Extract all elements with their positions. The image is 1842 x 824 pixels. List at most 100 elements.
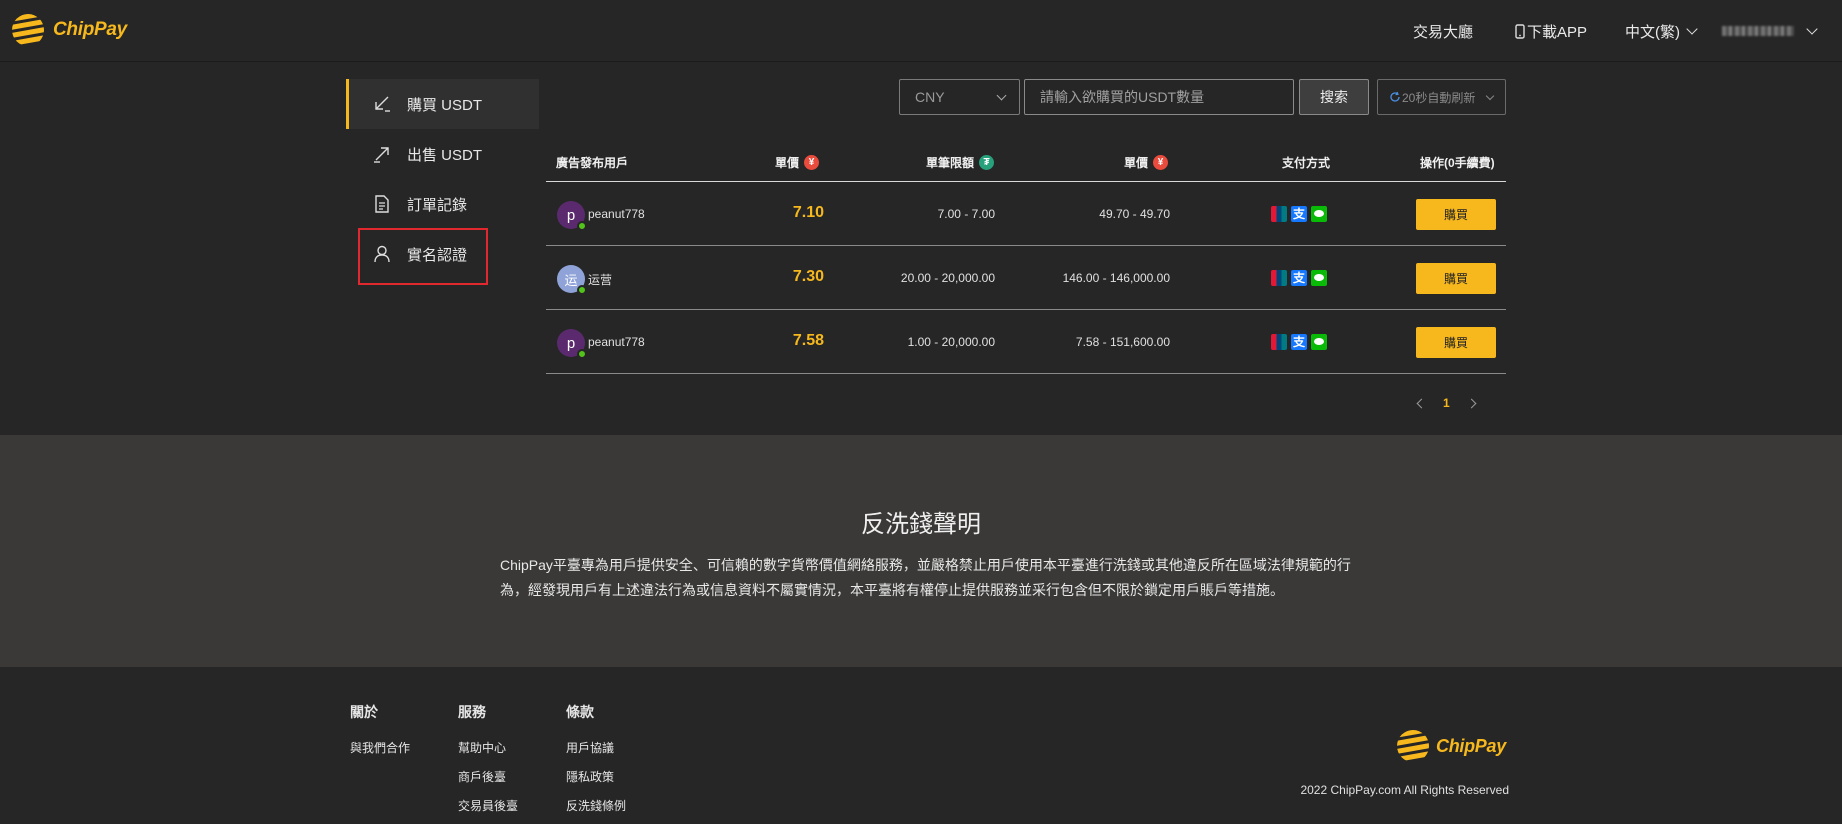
chevron-down-icon — [996, 90, 1007, 101]
language-label: 中文(繁) — [1625, 23, 1680, 41]
payment-methods: 支 — [1271, 206, 1327, 222]
header-payment: 支付方式 — [1282, 154, 1330, 171]
avatar-letter: p — [566, 206, 576, 224]
footer-column-about: 關於 與我們合作 — [350, 702, 410, 768]
currency-value: CNY — [915, 89, 945, 105]
footer-link-trader-backend[interactable]: 交易員後臺 — [458, 797, 518, 814]
header-user-label: 廣告發布用戶 — [556, 156, 629, 170]
wechat-pay-icon — [1311, 334, 1327, 350]
online-status-icon — [577, 349, 587, 359]
footer-logo: ChipPay — [1396, 727, 1506, 765]
buy-button[interactable]: 購買 — [1416, 199, 1496, 230]
cny-icon: ¥ — [1153, 155, 1169, 170]
footer-column-services: 服務 幫助中心 商戶後臺 交易員後臺 — [458, 702, 518, 824]
advertiser-name[interactable]: 运营 — [588, 271, 612, 288]
wechat-pay-icon — [1311, 270, 1327, 286]
usdt-icon: ₮ — [979, 155, 995, 170]
brand-logo[interactable]: ChipPay — [11, 11, 127, 49]
avatar: p — [557, 201, 587, 231]
table-row: p peanut778 7.10 7.00 - 7.00 49.70 - 49.… — [546, 182, 1506, 246]
order-limit: 7.00 - 7.00 — [937, 207, 995, 221]
header-action: 操作(0手續費) — [1420, 154, 1495, 171]
alipay-icon: 支 — [1291, 206, 1307, 222]
footer-link-privacy-policy[interactable]: 隱私政策 — [566, 768, 626, 785]
header-total-label: 單價 — [1124, 156, 1149, 170]
chevron-left-icon[interactable] — [1416, 398, 1427, 408]
order-limit: 1.00 - 20,000.00 — [907, 335, 995, 349]
table-header: 廣告發布用戶 單價 ¥ 單筆限額 ₮ 單價 ¥ 支付方式 操作(0手續費) — [546, 142, 1506, 182]
header-action-label: 操作(0手續費) — [1420, 156, 1495, 170]
footer-link-aml-regulations[interactable]: 反洗錢條例 — [566, 797, 626, 814]
avatar-letter: p — [566, 334, 576, 352]
cny-icon: ¥ — [804, 155, 820, 170]
footer-heading: 條款 — [566, 704, 594, 720]
usdt-quantity-input[interactable] — [1024, 79, 1294, 115]
nav-download-label: 下載APP — [1527, 23, 1588, 41]
payment-methods: 支 — [1271, 270, 1327, 286]
payment-methods: 支 — [1271, 334, 1327, 350]
footer-link-cooperate[interactable]: 與我們合作 — [350, 739, 410, 756]
header-limit-label: 單筆限額 — [926, 156, 975, 170]
avatar: p — [557, 329, 587, 359]
phone-icon — [1515, 23, 1525, 39]
header-total: 單價 ¥ — [1124, 154, 1169, 171]
chevron-down-icon — [1806, 23, 1818, 35]
user-menu[interactable] — [1722, 0, 1818, 62]
header-unit-price-label: 單價 — [775, 156, 800, 170]
chippay-logo-icon — [12, 14, 44, 46]
table-row: p peanut778 7.58 1.00 - 20,000.00 7.58 -… — [546, 310, 1506, 374]
refresh-icon — [1390, 91, 1400, 102]
unionpay-icon — [1271, 270, 1287, 286]
sidebar-item-label: 訂單記錄 — [407, 196, 468, 214]
refresh-label: 20秒自動刷新 — [1402, 90, 1476, 105]
pagination: 1 — [1416, 396, 1477, 410]
header-payment-label: 支付方式 — [1282, 156, 1331, 170]
search-button[interactable]: 搜索 — [1299, 79, 1369, 115]
sidebar-item-order-records[interactable]: 訂單記錄 — [346, 179, 539, 229]
unit-price: 7.58 — [792, 332, 824, 349]
currency-select[interactable]: CNY — [899, 79, 1020, 115]
table-row: 运 运营 7.30 20.00 - 20,000.00 146.00 - 146… — [546, 246, 1506, 310]
footer-link-merchant-backend[interactable]: 商戶後臺 — [458, 768, 518, 785]
advertiser-name[interactable]: peanut778 — [588, 207, 645, 221]
footer-link-user-agreement[interactable]: 用戶協議 — [566, 739, 626, 756]
page-current[interactable]: 1 — [1443, 396, 1450, 410]
buy-button[interactable]: 購買 — [1416, 263, 1496, 294]
highlight-annotation-box — [358, 228, 488, 285]
unionpay-icon — [1271, 206, 1287, 222]
footer-heading: 關於 — [350, 704, 378, 720]
chevron-right-icon[interactable] — [1466, 398, 1477, 408]
sidebar-item-label: 出售 USDT — [407, 146, 483, 164]
alipay-icon: 支 — [1291, 334, 1307, 350]
sidebar-item-sell-usdt[interactable]: 出售 USDT — [346, 129, 539, 179]
total-range: 49.70 - 49.70 — [1099, 207, 1170, 221]
unit-price: 7.30 — [792, 268, 824, 285]
advertiser-name[interactable]: peanut778 — [588, 335, 645, 349]
top-header: ChipPay 交易大廳 下載APP 中文(繁) — [0, 0, 1842, 62]
avatar-letter: 运 — [564, 272, 578, 288]
nav-exchange-hall[interactable]: 交易大廳 — [1413, 0, 1473, 62]
sidebar-item-buy-usdt[interactable]: 購買 USDT — [346, 79, 539, 129]
auto-refresh-select[interactable]: 20秒自動刷新 — [1377, 79, 1506, 115]
order-limit: 20.00 - 20,000.00 — [900, 271, 995, 285]
header-limit: 單筆限額 ₮ — [926, 154, 995, 171]
footer-column-terms: 條款 用戶協議 隱私政策 反洗錢條例 — [566, 702, 626, 824]
nav-download-app[interactable]: 下載APP — [1515, 0, 1587, 62]
sidebar-item-label: 購買 USDT — [407, 96, 483, 114]
footer-heading: 服務 — [458, 704, 486, 720]
aml-title: 反洗錢聲明 — [861, 511, 981, 538]
online-status-icon — [577, 221, 587, 231]
copyright-text: 2022 ChipPay.com All Rights Reserved — [1300, 783, 1509, 797]
brand-name: ChipPay — [53, 19, 127, 40]
buy-button[interactable]: 購買 — [1416, 327, 1496, 358]
chippay-logo-icon — [1397, 730, 1429, 762]
buy-arrow-icon — [375, 96, 390, 112]
avatar: 运 — [557, 265, 587, 295]
aml-statement-section: 反洗錢聲明 ChipPay平臺專為用戶提供安全、可信賴的數字貨幣價值網絡服務，並… — [0, 435, 1842, 667]
header-user: 廣告發布用戶 — [556, 154, 628, 171]
unionpay-icon — [1271, 334, 1287, 350]
total-range: 146.00 - 146,000.00 — [1062, 271, 1170, 285]
language-selector[interactable]: 中文(繁) — [1625, 0, 1698, 62]
footer-link-help-center[interactable]: 幫助中心 — [458, 739, 518, 756]
footer-brand-name: ChipPay — [1436, 735, 1506, 756]
